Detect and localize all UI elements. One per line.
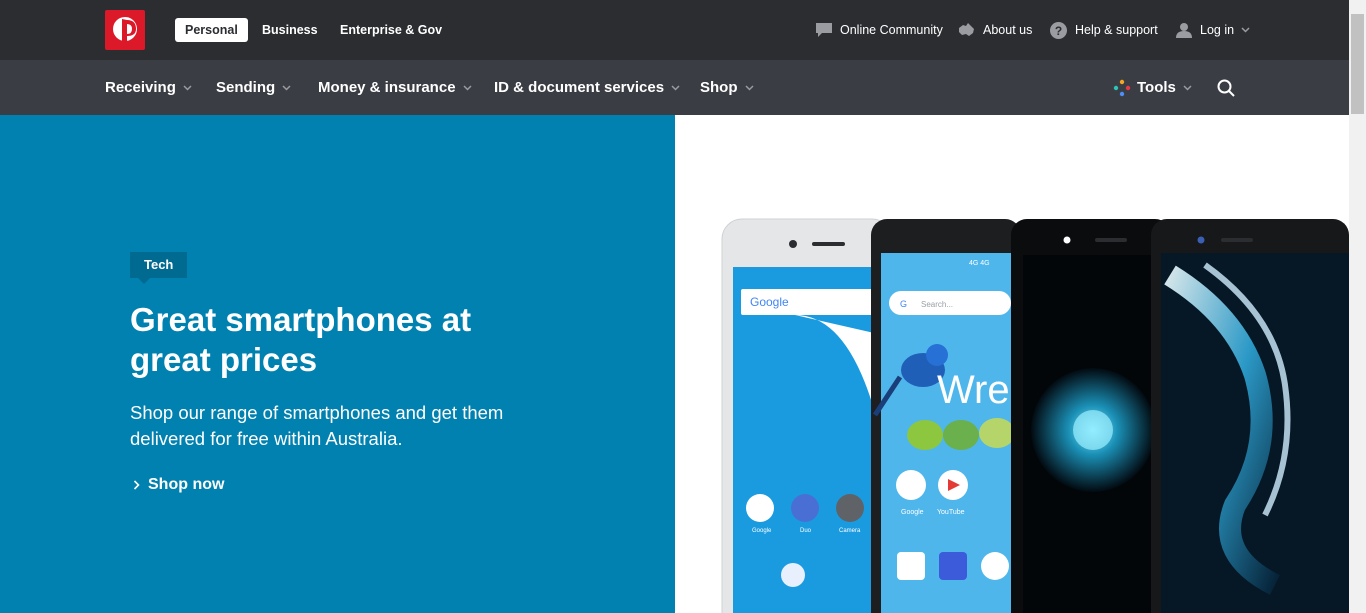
scrollbar-thumb[interactable]: [1351, 14, 1364, 114]
google-app-label: Google: [901, 509, 924, 516]
svg-text:G: G: [900, 299, 907, 309]
google-search-text: Google: [750, 295, 789, 309]
help-support-label: Help & support: [1075, 23, 1158, 37]
camera-label: Camera: [839, 528, 861, 534]
chevron-down-icon: [183, 84, 192, 91]
user-icon: [1176, 23, 1192, 38]
nav-id-label: ID & document services: [494, 79, 665, 96]
chevron-down-icon: [744, 84, 754, 91]
chevron-down-icon: [282, 84, 291, 91]
category-tag: Tech: [130, 252, 188, 284]
about-us-label: About us: [983, 23, 1033, 37]
shop-now-label: Shop now: [148, 476, 225, 493]
question-icon: ?: [1050, 21, 1067, 39]
nav-money-label: Money & insurance: [318, 79, 456, 96]
main-navigation: Receiving Sending Money & insurance ID &…: [0, 60, 1349, 115]
wren-text: Wre: [937, 368, 1010, 412]
nav-shop[interactable]: Shop: [700, 60, 754, 115]
chevron-down-icon: [1183, 84, 1192, 91]
tab-business[interactable]: Business: [262, 18, 318, 42]
nav-shop-label: Shop: [700, 79, 738, 96]
tab-enterprise-gov[interactable]: Enterprise & Gov: [340, 18, 442, 42]
tools-dots-icon: [1113, 79, 1131, 96]
hero-headline: Great smartphones at great prices: [130, 301, 472, 378]
online-community-label: Online Community: [840, 23, 943, 37]
smartphones-image: Google Google Duo Camera 4G 4G G Search.…: [721, 218, 1349, 613]
shop-now-link[interactable]: Shop now: [133, 476, 224, 494]
top-bar: Personal Business Enterprise & Gov Onlin…: [0, 0, 1349, 60]
search-icon: [1217, 79, 1235, 97]
australia-post-logo[interactable]: [105, 10, 145, 50]
hero-subtext: Shop our range of smartphones and get th…: [130, 402, 504, 449]
about-us-link[interactable]: About us: [958, 0, 1032, 60]
tab-personal[interactable]: Personal: [175, 18, 248, 42]
nav-money-insurance[interactable]: Money & insurance: [318, 60, 472, 115]
svg-text:Google: Google: [752, 528, 772, 534]
hero-image: Google Google Duo Camera 4G 4G G Search.…: [675, 115, 1349, 613]
chevron-down-icon: [463, 84, 472, 91]
chevron-down-icon: [1241, 27, 1250, 33]
search-button[interactable]: [1217, 60, 1235, 115]
search-placeholder: Search...: [921, 300, 953, 309]
chevron-down-icon: [671, 84, 680, 91]
nav-receiving[interactable]: Receiving: [105, 60, 192, 115]
nav-id-document[interactable]: ID & document services: [494, 60, 680, 115]
nav-sending[interactable]: Sending: [216, 60, 291, 115]
nav-tools-label: Tools: [1137, 79, 1176, 96]
australia-map-icon: [959, 23, 974, 36]
chevron-right-icon: [133, 480, 140, 490]
nav-tools[interactable]: Tools: [1113, 60, 1192, 115]
svg-text:?: ?: [1055, 24, 1062, 38]
help-support-link[interactable]: ? Help & support: [1050, 0, 1158, 60]
log-in-label: Log in: [1200, 23, 1235, 37]
chat-bubble-icon: [816, 23, 832, 37]
youtube-app-label: YouTube: [937, 509, 965, 516]
nav-sending-label: Sending: [216, 79, 276, 96]
log-in-link[interactable]: Log in: [1176, 0, 1258, 60]
post-logo-icon: [113, 17, 137, 44]
duo-label: Duo: [800, 528, 812, 534]
nav-receiving-label: Receiving: [105, 79, 176, 96]
online-community-link[interactable]: Online Community: [816, 0, 943, 60]
svg-text:4G 4G: 4G 4G: [969, 260, 990, 267]
